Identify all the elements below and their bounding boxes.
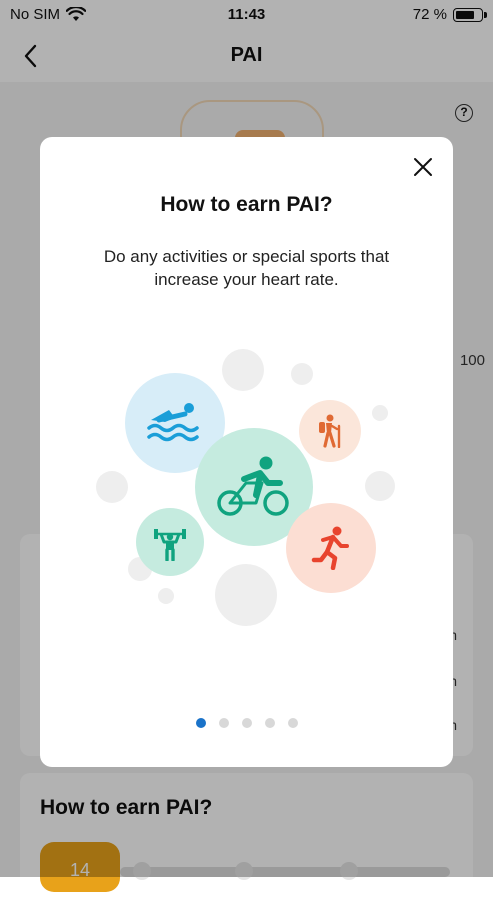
- modal-title: How to earn PAI?: [160, 193, 333, 216]
- hiking-icon: [319, 414, 341, 448]
- swimming-icon: [147, 403, 199, 442]
- modal-description: Do any activities or special sports that…: [103, 247, 390, 289]
- decor-dot: [222, 349, 264, 391]
- page-dot-2[interactable]: [218, 718, 229, 728]
- page-indicator: [40, 718, 453, 728]
- page-dot-5[interactable]: [287, 718, 298, 728]
- page-dot-1[interactable]: [195, 718, 206, 728]
- decor-dot: [372, 405, 388, 421]
- strength-bubble: [136, 508, 204, 576]
- how-to-earn-modal: How to earn PAI? Do any activities or sp…: [40, 137, 453, 767]
- hiking-bubble: [299, 400, 361, 462]
- decor-dot: [158, 588, 174, 604]
- running-icon: [311, 526, 349, 570]
- decor-dot: [96, 471, 128, 503]
- decor-dot: [291, 363, 313, 385]
- page-dot-3[interactable]: [241, 718, 252, 728]
- decor-dot: [365, 471, 395, 501]
- decor-dot: [215, 564, 277, 626]
- page-dot-4[interactable]: [264, 718, 275, 728]
- strength-training-icon: [154, 529, 186, 561]
- running-bubble: [286, 503, 376, 593]
- close-icon[interactable]: [411, 155, 435, 179]
- cycling-icon: [217, 456, 289, 516]
